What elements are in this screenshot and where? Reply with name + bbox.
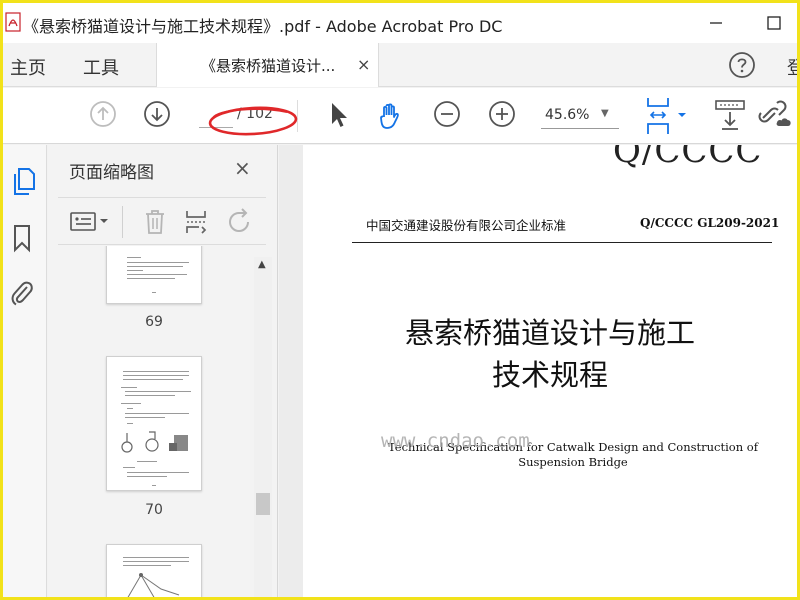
- hand-tool-icon[interactable]: [375, 100, 407, 132]
- title-en-line-2: Suspension Bridge: [518, 455, 628, 469]
- minimize-icon[interactable]: [703, 11, 729, 35]
- chevron-down-icon: ▼: [601, 108, 609, 119]
- page-thumbnail[interactable]: [106, 356, 202, 491]
- thumbnail-list[interactable]: 69 70: [48, 246, 278, 597]
- zoom-in-icon[interactable]: [488, 100, 516, 128]
- scroll-up-arrow-icon[interactable]: ▲: [258, 259, 266, 270]
- thumbnail-page-label: 69: [145, 314, 163, 330]
- app-frame: 《悬索桥猫道设计与施工技术规程》.pdf - Adobe Acrobat Pro…: [0, 0, 800, 600]
- main-toolbar: / 102 45.6% ▼: [3, 88, 797, 144]
- select-tool-arrow-icon[interactable]: [325, 100, 351, 130]
- title-cn-line-1: 悬索桥猫道设计与施工: [404, 316, 695, 350]
- thumbnail-scrollbar[interactable]: ▲: [254, 257, 272, 597]
- document-title-cn: 悬索桥猫道设计与施工 技术规程: [303, 312, 797, 396]
- page-thumbnails-icon[interactable]: [10, 165, 38, 197]
- header-code-partial: Q/CCCC: [613, 145, 763, 171]
- acrobat-app-icon: [5, 12, 21, 32]
- attachments-paperclip-icon[interactable]: [9, 278, 35, 308]
- site-watermark: www.cndao.com: [381, 430, 530, 452]
- zoom-level-value: 45.6%: [545, 107, 590, 123]
- document-tab-close-button[interactable]: ×: [357, 55, 370, 74]
- window-title: 《悬索桥猫道设计与施工技术规程》.pdf - Adobe Acrobat Pro…: [23, 17, 503, 36]
- scrollbar-thumb[interactable]: [256, 493, 270, 515]
- navigation-rail: [3, 145, 47, 597]
- sign-in-link[interactable]: 登: [787, 54, 797, 80]
- panel-title: 页面缩略图: [69, 163, 154, 183]
- tab-bar: 主页 工具 《悬索桥猫道设计... × 登: [3, 43, 797, 87]
- bookmarks-icon[interactable]: [11, 223, 33, 253]
- page-display-icon[interactable]: [645, 96, 691, 136]
- previous-page-icon[interactable]: [89, 100, 117, 128]
- help-icon[interactable]: [728, 51, 756, 79]
- extract-pages-icon[interactable]: [184, 208, 210, 236]
- tab-home[interactable]: 主页: [10, 54, 46, 80]
- thumbnail-toolbar: [58, 197, 266, 245]
- panel-close-button[interactable]: ×: [234, 156, 251, 180]
- document-viewport[interactable]: Q/CCCC 中国交通建设股份有限公司企业标准 Q/CCCC GL209-202…: [279, 145, 797, 597]
- thumbnail-panel: 页面缩略图 × 69 70 ▲: [48, 145, 278, 597]
- page-thumbnail[interactable]: [106, 246, 202, 304]
- page-thumbnail[interactable]: [106, 544, 202, 597]
- thumbnail-illustration: [121, 431, 188, 453]
- document-tab[interactable]: 《悬索桥猫道设计... ×: [156, 43, 379, 87]
- header-rule: [352, 242, 772, 243]
- thumbnail-page-label: 70: [145, 502, 163, 518]
- document-tab-label: 《悬索桥猫道设计...: [201, 57, 336, 75]
- zoom-level-dropdown[interactable]: 45.6% ▼: [541, 103, 619, 129]
- organization-name: 中国交通建设股份有限公司企业标准: [366, 218, 567, 233]
- standard-code: Q/CCCC GL209-2021: [640, 216, 780, 230]
- share-link-icon[interactable]: [757, 98, 795, 132]
- tab-tools[interactable]: 工具: [83, 54, 119, 80]
- next-page-icon[interactable]: [143, 100, 171, 128]
- zoom-out-icon[interactable]: [433, 100, 461, 128]
- pdf-page: Q/CCCC 中国交通建设股份有限公司企业标准 Q/CCCC GL209-202…: [303, 145, 797, 597]
- delete-trash-icon[interactable]: [143, 208, 167, 236]
- toolbar-divider: [122, 206, 123, 238]
- scroll-mode-icon[interactable]: [713, 98, 747, 132]
- thumbnail-illustration: [127, 573, 180, 597]
- red-ellipse-annotation: [208, 106, 298, 136]
- title-bar: 《悬索桥猫道设计与施工技术规程》.pdf - Adobe Acrobat Pro…: [3, 3, 797, 43]
- title-cn-line-2: 技术规程: [491, 358, 608, 392]
- thumbnail-options-menu-icon[interactable]: [70, 211, 114, 233]
- rotate-page-icon[interactable]: [226, 208, 254, 236]
- maximize-icon[interactable]: [761, 11, 787, 35]
